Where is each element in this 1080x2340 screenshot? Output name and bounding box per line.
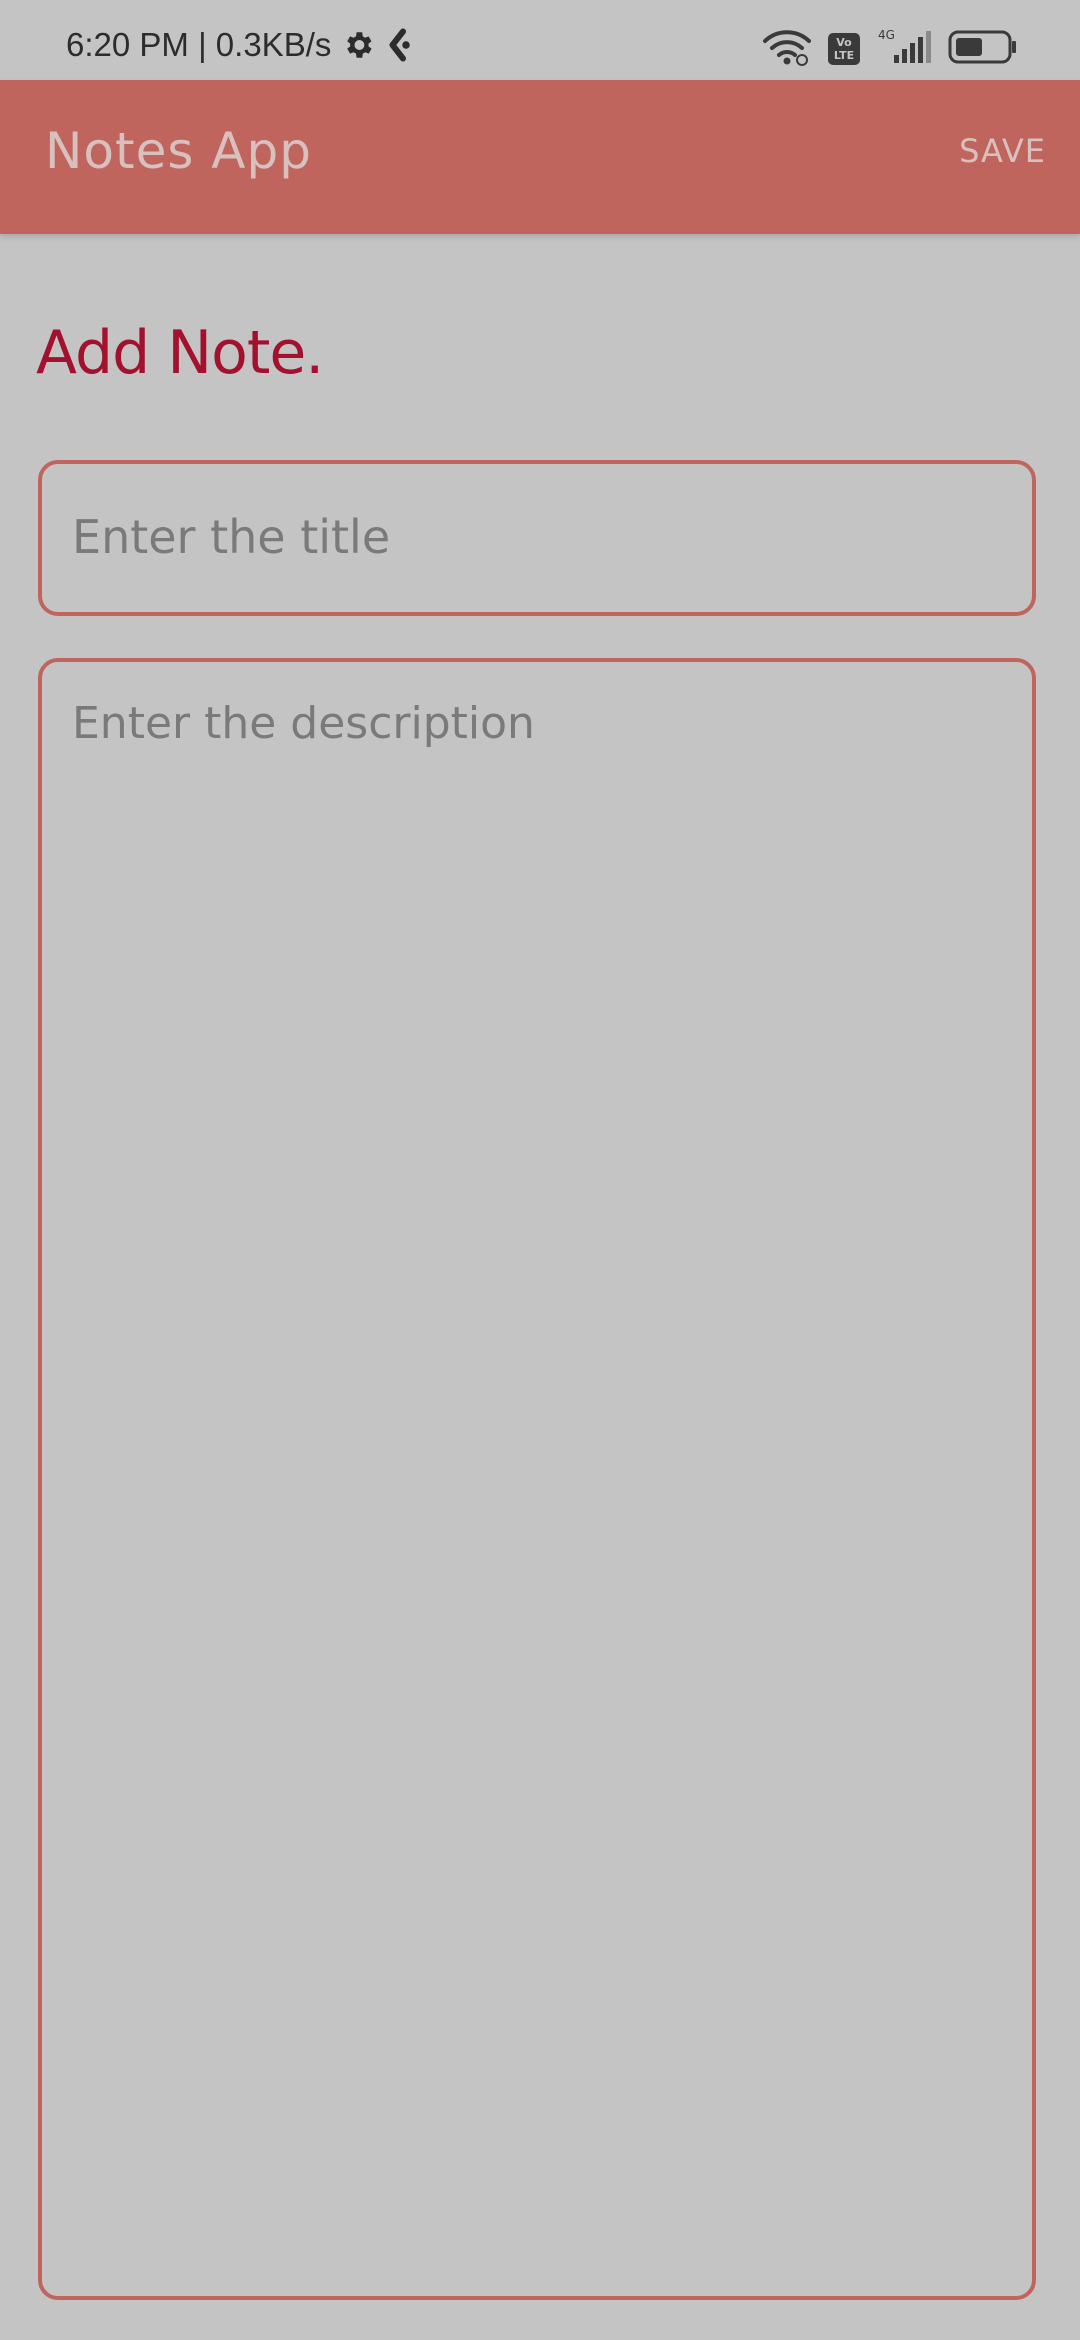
network-type-label: 4G [878, 28, 895, 42]
app-title: Notes App [45, 122, 312, 180]
battery-icon [948, 29, 1018, 69]
save-button[interactable]: SAVE [959, 132, 1046, 170]
description-input[interactable]: Enter the description [38, 658, 1036, 2300]
settings-gear-icon [341, 28, 375, 62]
status-bar: 6:20 PM | 0.3KB/s Vo LTE 4G [0, 0, 1080, 80]
page-title: Add Note. [36, 318, 324, 388]
description-placeholder: Enter the description [72, 698, 535, 749]
app-notification-icon [385, 27, 415, 63]
volte-icon: Vo LTE [828, 33, 860, 65]
status-left: 6:20 PM | 0.3KB/s [66, 20, 415, 70]
app-bar: Notes App SAVE [0, 80, 1080, 234]
status-right: Vo LTE 4G [762, 22, 1018, 76]
wifi-icon [762, 27, 812, 71]
title-placeholder: Enter the title [72, 510, 391, 564]
title-input[interactable]: Enter the title [38, 460, 1036, 616]
signal-icon: 4G [876, 27, 932, 71]
status-time-speed: 6:20 PM | 0.3KB/s [66, 26, 332, 63]
